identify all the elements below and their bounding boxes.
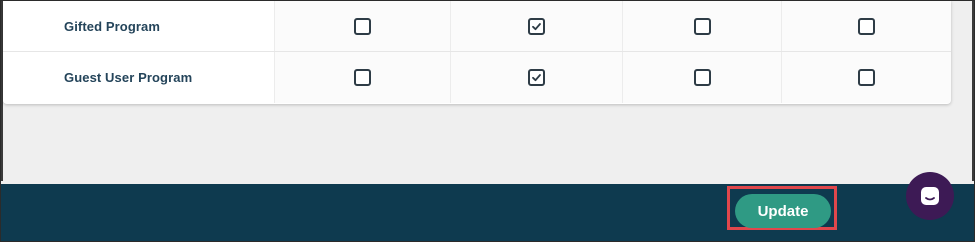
permission-checkbox[interactable] <box>693 69 711 86</box>
permission-checkbox[interactable] <box>693 17 711 35</box>
checkbox-cell <box>451 1 623 51</box>
checkbox-cell <box>782 1 951 51</box>
chat-bubble-icon <box>921 187 939 205</box>
checkbox-cell <box>275 52 452 103</box>
permission-checkbox[interactable] <box>527 17 545 35</box>
update-button[interactable]: Update <box>735 194 831 228</box>
program-name: Gifted Program <box>64 18 161 34</box>
permission-checkbox[interactable] <box>858 69 876 86</box>
checkbox-cell <box>622 1 783 51</box>
program-name-cell: Gifted Program <box>3 1 276 51</box>
checkbox-cell <box>275 1 452 51</box>
program-name-cell: Guest User Program <box>3 52 276 103</box>
table-row: Gifted Program <box>3 1 951 52</box>
chat-launcher-button[interactable] <box>906 172 954 220</box>
checkbox-cell <box>622 52 783 103</box>
table-row: Guest User Program <box>3 52 951 103</box>
action-footer: Update <box>1 184 974 241</box>
permission-checkbox[interactable] <box>354 69 372 86</box>
checkmark-icon <box>531 22 541 30</box>
checkbox-cell <box>782 52 951 103</box>
permission-checkbox[interactable] <box>527 69 545 86</box>
permission-checkbox[interactable] <box>354 17 372 35</box>
checkbox-cell <box>451 52 623 103</box>
checkmark-icon <box>531 74 541 82</box>
program-name: Guest User Program <box>64 70 193 85</box>
update-button-highlight: Update <box>727 186 837 230</box>
permission-checkbox[interactable] <box>858 17 876 35</box>
permissions-screen: Gifted Program Guest User Program Update <box>0 0 975 242</box>
permissions-table: Gifted Program Guest User Program <box>3 1 951 104</box>
right-edge <box>972 1 974 181</box>
